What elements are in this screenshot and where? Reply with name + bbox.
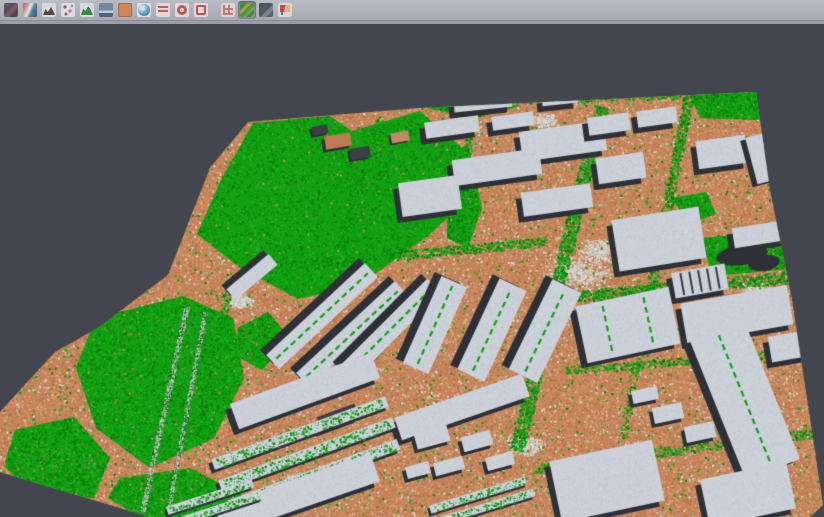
dataset-mix-icon-button[interactable] bbox=[2, 1, 20, 19]
globe-icon bbox=[137, 3, 151, 17]
sparse-points-icon bbox=[61, 3, 75, 17]
raster-grid-icon-button[interactable] bbox=[219, 1, 237, 19]
extent-brackets-icon bbox=[194, 3, 208, 17]
dtm-hill-icon bbox=[42, 3, 56, 17]
section-profile-icon bbox=[99, 3, 113, 17]
orthophoto-icon-button[interactable] bbox=[116, 1, 134, 19]
dtm-hill-icon-button[interactable] bbox=[40, 1, 58, 19]
viewport-3d[interactable] bbox=[0, 24, 824, 517]
orthophoto-icon bbox=[118, 3, 132, 17]
class-list-icon-button[interactable] bbox=[154, 1, 172, 19]
main-toolbar bbox=[0, 0, 824, 20]
target-ring-icon bbox=[175, 3, 189, 17]
terrain-green-icon-button[interactable] bbox=[78, 1, 96, 19]
classification-colors-icon bbox=[240, 3, 254, 17]
terrain-green-icon bbox=[80, 3, 94, 17]
globe-icon-button[interactable] bbox=[135, 1, 153, 19]
extent-brackets-icon-button[interactable] bbox=[192, 1, 210, 19]
application-window bbox=[0, 0, 824, 517]
register-align-icon-button[interactable] bbox=[21, 1, 39, 19]
target-ring-icon-button[interactable] bbox=[173, 1, 191, 19]
class-list-icon bbox=[156, 3, 170, 17]
mesh-dark-icon-button[interactable] bbox=[257, 1, 275, 19]
register-align-icon bbox=[23, 3, 37, 17]
sparse-points-icon-button[interactable] bbox=[59, 1, 77, 19]
point-cloud-canvas[interactable] bbox=[0, 24, 824, 517]
dataset-mix-icon bbox=[4, 3, 18, 17]
report-flag-icon bbox=[278, 3, 292, 17]
raster-grid-icon bbox=[221, 3, 235, 17]
report-flag-icon-button[interactable] bbox=[276, 1, 294, 19]
classification-colors-icon-button[interactable] bbox=[238, 1, 256, 19]
section-profile-icon-button[interactable] bbox=[97, 1, 115, 19]
toolbar-gap bbox=[210, 1, 218, 19]
mesh-dark-icon bbox=[259, 3, 273, 17]
